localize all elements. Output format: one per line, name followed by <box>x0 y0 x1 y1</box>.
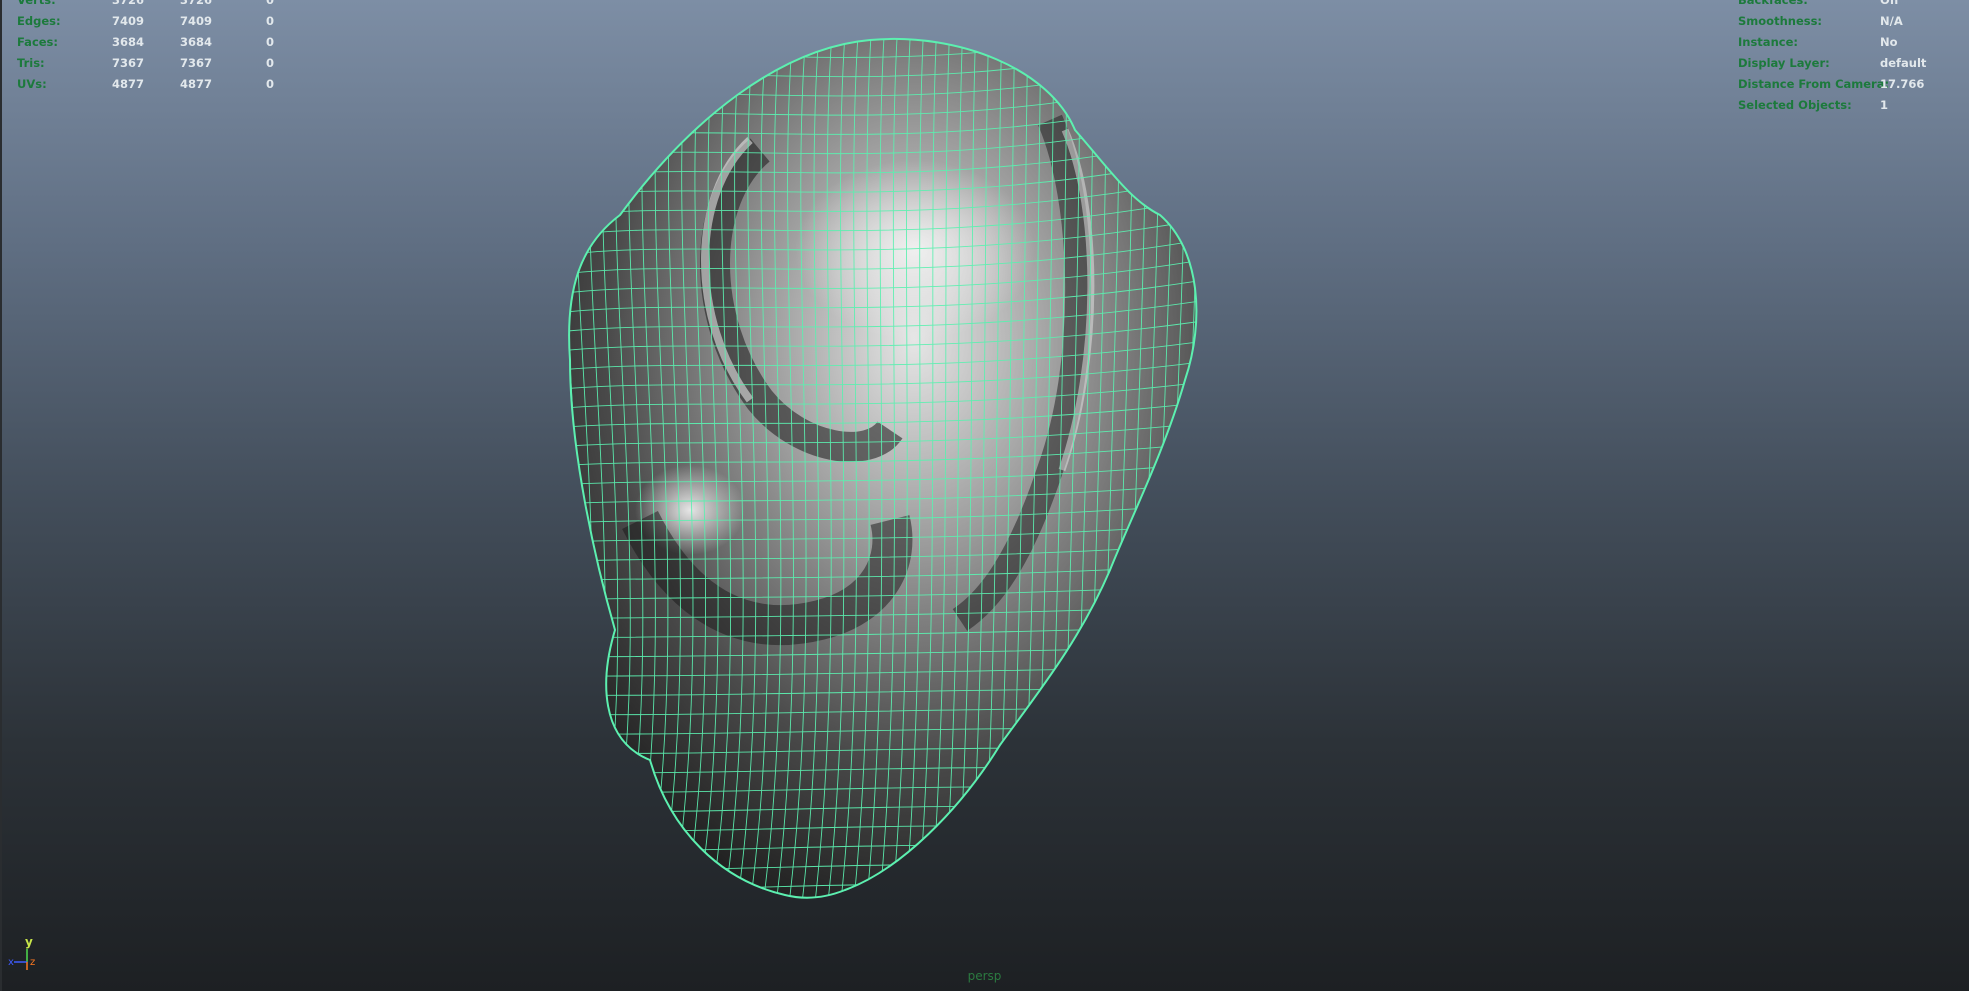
axis-gizmo-icon: y z x <box>8 935 35 970</box>
poly-count-world: 3726 <box>112 0 145 7</box>
poly-count-label: UVs: <box>17 77 47 91</box>
object-detail-row: Selected Objects: 1 <box>1738 95 1968 116</box>
camera-name-label: persp <box>967 969 1002 983</box>
poly-count-world: 7409 <box>112 14 145 28</box>
object-detail-label: Smoothness: <box>1738 14 1823 28</box>
ear-surface <box>568 38 1198 899</box>
poly-count-object: 7367 <box>180 56 213 70</box>
poly-count-world: 4877 <box>112 77 145 91</box>
poly-count-row: Tris: 7367 7367 0 <box>17 53 287 74</box>
object-detail-label: Display Layer: <box>1738 56 1830 70</box>
object-detail-label: Backfaces: <box>1738 0 1808 7</box>
poly-count-object: 4877 <box>180 77 213 91</box>
axis-y-label: y <box>25 935 33 949</box>
object-detail-label: Selected Objects: <box>1738 98 1852 112</box>
poly-count-object: 3726 <box>180 0 213 7</box>
poly-count-world: 3684 <box>112 35 145 49</box>
poly-count-label: Verts: <box>17 0 56 7</box>
poly-count-selected: 0 <box>266 77 275 91</box>
poly-count-label: Tris: <box>17 56 45 70</box>
poly-count-object: 3684 <box>180 35 213 49</box>
object-detail-row: Instance: No <box>1738 32 1968 53</box>
poly-count-selected: 0 <box>266 56 275 70</box>
object-detail-row: Backfaces: Off <box>1738 0 1968 11</box>
svg-text:z: z <box>30 957 35 968</box>
object-detail-row: Display Layer: default <box>1738 53 1968 74</box>
poly-count-object: 7409 <box>180 14 213 28</box>
object-detail-value: Off <box>1880 0 1900 7</box>
poly-count-row: Edges: 7409 7409 0 <box>17 11 287 32</box>
object-detail-label: Instance: <box>1738 35 1798 49</box>
object-detail-value: N/A <box>1880 14 1903 28</box>
poly-count-row: UVs: 4877 4877 0 <box>17 74 287 95</box>
poly-count-row: Faces: 3684 3684 0 <box>17 32 287 53</box>
object-detail-row: Smoothness: N/A <box>1738 11 1968 32</box>
object-detail-value: No <box>1880 35 1898 49</box>
poly-count-world: 7367 <box>112 56 145 70</box>
svg-text:x: x <box>8 957 14 968</box>
object-detail-value: default <box>1880 56 1927 70</box>
poly-count-label: Faces: <box>17 35 59 49</box>
poly-count-selected: 0 <box>266 35 275 49</box>
poly-count-row: Verts: 3726 3726 0 <box>17 0 287 11</box>
poly-count-label: Edges: <box>17 14 61 28</box>
object-detail-value: 17.766 <box>1880 77 1925 91</box>
object-detail-row: Distance From Camera: 17.766 <box>1738 74 1968 95</box>
object-detail-value: 1 <box>1880 98 1889 112</box>
poly-count-selected: 0 <box>266 0 275 7</box>
ear-mesh-object[interactable] <box>0 0 1969 991</box>
poly-count-selected: 0 <box>266 14 275 28</box>
object-detail-label: Distance From Camera: <box>1738 77 1890 91</box>
object-details-hud: Backfaces: Off Smoothness: N/A Instance: No Di… <box>1738 0 1968 116</box>
poly-count-hud: Verts: 3726 3726 0 Edges: 7409 7409 0 Faces: 3684… <box>17 0 287 95</box>
